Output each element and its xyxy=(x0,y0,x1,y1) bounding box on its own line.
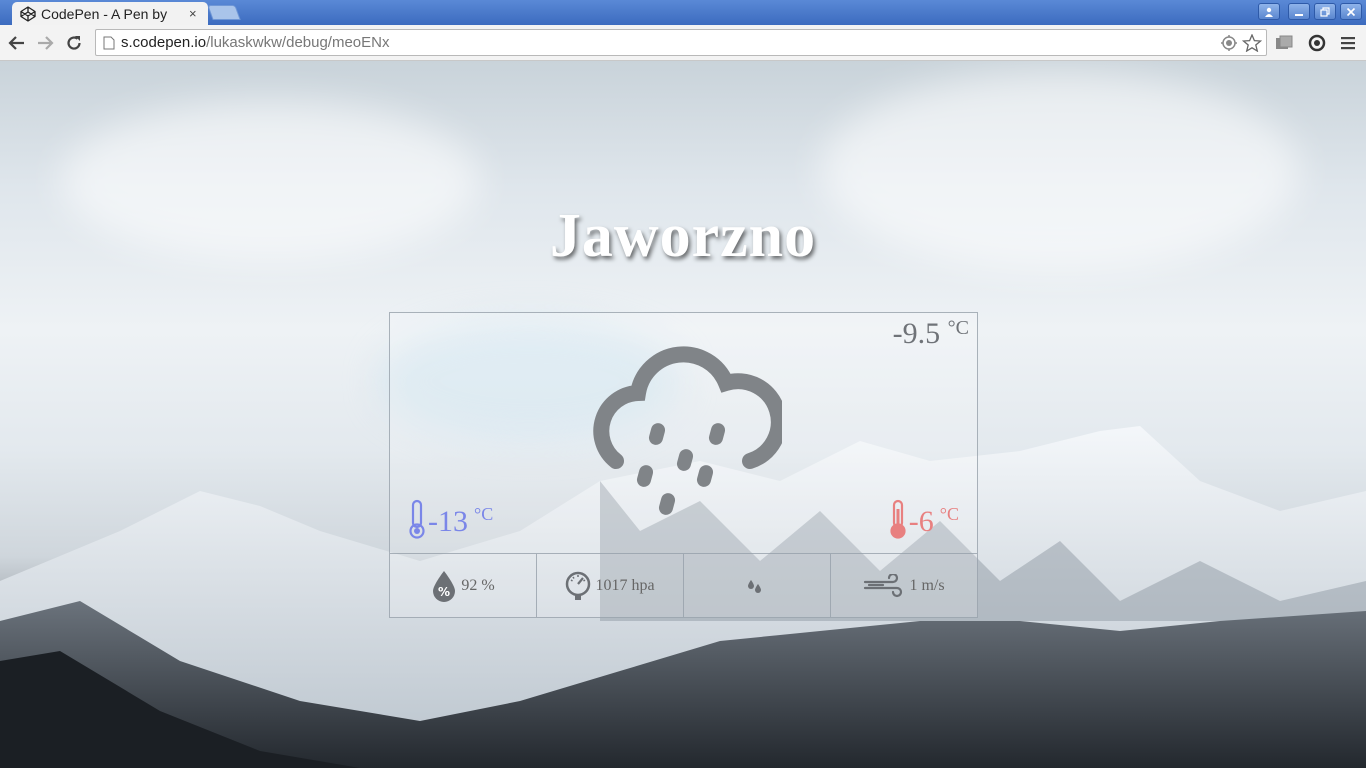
svg-text:%: % xyxy=(438,585,450,599)
browser-tab[interactable]: CodePen - A Pen by × xyxy=(12,2,208,25)
current-temp-value: -9.5 xyxy=(892,317,941,350)
minimize-button[interactable] xyxy=(1288,3,1310,20)
address-bar[interactable]: s.codepen.io/lukaskwkw/debug/meoENx xyxy=(95,29,1267,56)
humidity-stat: % 92 % xyxy=(390,554,537,617)
humidity-icon: % xyxy=(433,570,456,602)
weather-card: -9.5 °C -13 °C -6 °C % 92 % 1017 hpa 1 m… xyxy=(389,312,978,618)
new-tab-button[interactable] xyxy=(207,5,241,20)
restore-button[interactable] xyxy=(1314,3,1336,20)
page-icon xyxy=(103,36,115,50)
extension-icon[interactable] xyxy=(1274,33,1294,53)
pressure-value: 1017 hpa xyxy=(595,576,655,594)
wind-value: 1 m/s xyxy=(909,576,945,594)
tab-close-icon[interactable]: × xyxy=(189,6,197,21)
forward-button[interactable] xyxy=(34,33,56,53)
wind-stat: 1 m/s xyxy=(831,554,977,617)
browser-titlebar: CodePen - A Pen by × xyxy=(0,0,1366,25)
current-temp-unit: °C xyxy=(947,317,969,339)
max-temp-unit: °C xyxy=(939,504,959,524)
location-icon[interactable] xyxy=(1220,34,1238,57)
min-temperature: -13 °C xyxy=(406,499,493,539)
bookmark-star-icon[interactable] xyxy=(1241,33,1263,57)
sync-extension-icon[interactable] xyxy=(1307,33,1327,53)
current-temperature: -9.5 °C xyxy=(893,317,969,351)
profile-button[interactable] xyxy=(1258,3,1280,20)
thermometer-cold-icon xyxy=(409,499,425,539)
min-temp-value: -13 xyxy=(428,505,468,538)
precipitation-stat xyxy=(684,554,831,617)
city-name: Jaworzno xyxy=(549,202,817,270)
back-button[interactable] xyxy=(6,33,28,53)
max-temp-value: -6 xyxy=(908,505,934,538)
reload-button[interactable] xyxy=(63,33,85,53)
close-window-button[interactable] xyxy=(1340,3,1362,20)
url-text: s.codepen.io/lukaskwkw/debug/meoENx xyxy=(121,34,390,51)
thermometer-hot-icon xyxy=(890,499,906,539)
raindrops-icon xyxy=(748,579,761,593)
codepen-icon xyxy=(20,5,36,22)
pressure-stat: 1017 hpa xyxy=(537,554,684,617)
tab-title: CodePen - A Pen by xyxy=(41,5,168,22)
max-temperature: -6 °C xyxy=(887,499,959,539)
url-host: s.codepen.io xyxy=(121,34,207,51)
weather-stats: % 92 % 1017 hpa 1 m/s xyxy=(390,553,977,617)
browser-toolbar: s.codepen.io/lukaskwkw/debug/meoENx xyxy=(0,25,1366,61)
min-temp-unit: °C xyxy=(474,504,494,524)
url-path: /lukaskwkw/debug/meoENx xyxy=(206,34,390,51)
wind-icon xyxy=(864,573,903,597)
menu-icon[interactable] xyxy=(1338,33,1358,53)
pressure-gauge-icon xyxy=(566,571,591,600)
humidity-value: 92 % xyxy=(461,576,495,594)
page-content: Jaworzno -9.5 °C -13 °C -6 °C % 92 % 101… xyxy=(0,61,1366,768)
cloud-rain-icon xyxy=(593,346,782,515)
